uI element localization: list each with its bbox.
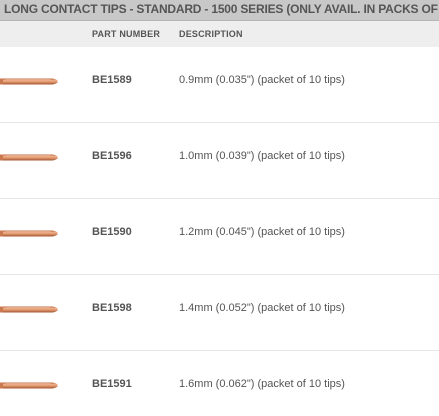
- part-number-cell: BE1590: [92, 226, 132, 238]
- table-title-bar: LONG CONTACT TIPS - STANDARD - 1500 SERI…: [0, 0, 439, 21]
- table-row: BE1598 1.4mm (0.052") (packet of 10 tips…: [0, 275, 439, 351]
- description-cell: 1.4mm (0.052") (packet of 10 tips): [179, 302, 345, 314]
- description-cell: 1.6mm (0.062") (packet of 10 tips): [179, 378, 345, 390]
- table-row: BE1591 1.6mm (0.062") (packet of 10 tips…: [0, 351, 439, 416]
- contact-tip-icon: [0, 154, 58, 161]
- table-title: LONG CONTACT TIPS - STANDARD - 1500 SERI…: [4, 2, 439, 16]
- description-cell: 1.2mm (0.045") (packet of 10 tips): [179, 226, 345, 238]
- table-header-row: PART NUMBER DESCRIPTION: [0, 21, 439, 47]
- column-header-part-number: PART NUMBER: [92, 29, 161, 39]
- column-header-description: DESCRIPTION: [179, 29, 243, 39]
- part-number-cell: BE1598: [92, 302, 132, 314]
- table-row: BE1590 1.2mm (0.045") (packet of 10 tips…: [0, 199, 439, 275]
- description-cell: 0.9mm (0.035") (packet of 10 tips): [179, 74, 345, 86]
- description-cell: 1.0mm (0.039") (packet of 10 tips): [179, 150, 345, 162]
- contact-tip-icon: [0, 382, 58, 389]
- contact-tip-icon: [0, 78, 58, 85]
- contact-tip-icon: [0, 306, 58, 313]
- table-body: BE1589 0.9mm (0.035") (packet of 10 tips…: [0, 47, 439, 416]
- part-number-cell: BE1596: [92, 150, 132, 162]
- product-table-page: LONG CONTACT TIPS - STANDARD - 1500 SERI…: [0, 0, 439, 416]
- part-number-cell: BE1591: [92, 378, 132, 390]
- contact-tip-icon: [0, 230, 58, 237]
- table-row: BE1589 0.9mm (0.035") (packet of 10 tips…: [0, 47, 439, 123]
- table-row: BE1596 1.0mm (0.039") (packet of 10 tips…: [0, 123, 439, 199]
- part-number-cell: BE1589: [92, 74, 132, 86]
